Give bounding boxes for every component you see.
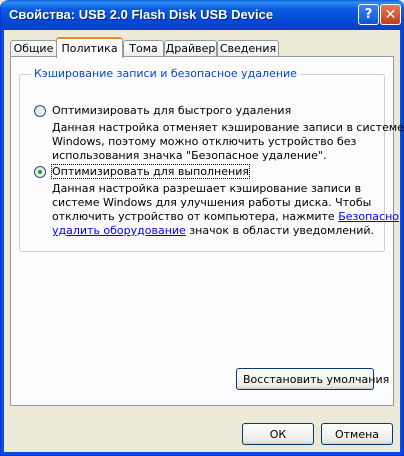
option-performance-description: Данная настройка разрешает кэширование з…: [52, 182, 399, 238]
radio-performance[interactable]: [34, 166, 46, 178]
option-performance-label[interactable]: Оптимизировать для выполнения: [51, 164, 250, 179]
option-quick-removal-description: Данная настройка отменяет кэширование за…: [52, 121, 404, 163]
title-bar[interactable]: Свойства: USB 2.0 Flash Disk USB Device …: [1, 0, 404, 30]
restore-defaults-button[interactable]: Восстановить умолчания: [236, 368, 389, 390]
tab-driver[interactable]: Драйвер: [164, 40, 217, 57]
desc-text: отключить устройство от компьютера, нажм…: [52, 210, 339, 223]
tab-general[interactable]: Общие: [10, 40, 57, 57]
desc-line: системе Windows для улучшения работы дис…: [52, 196, 372, 209]
help-icon: ?: [364, 7, 373, 22]
safely-remove-link[interactable]: Безопасно: [338, 210, 399, 223]
group-title: Кэширование записи и безопасное удаление: [31, 67, 300, 80]
window-border-left: [1, 30, 4, 455]
close-icon: ✕: [384, 6, 397, 23]
cancel-button[interactable]: Отмена: [321, 423, 393, 445]
tab-details[interactable]: Сведения: [217, 40, 279, 57]
close-button[interactable]: ✕: [380, 4, 401, 25]
desc-line: Данная настройка отменяет кэширование за…: [52, 121, 404, 134]
window-border-bottom: [1, 452, 403, 455]
option-quick-removal-label[interactable]: Оптимизировать для быстрого удаления: [52, 104, 291, 117]
desc-line: Windows, поэтому можно отключить устройс…: [52, 135, 357, 148]
safely-remove-link-continued[interactable]: удалить оборудование: [52, 224, 186, 237]
desc-line: Данная настройка разрешает кэширование з…: [52, 182, 362, 195]
desc-line: использования значка "Безопасное удалени…: [52, 149, 327, 162]
tab-policy[interactable]: Политика: [56, 37, 123, 58]
tab-volumes[interactable]: Тома: [123, 40, 164, 57]
window-border-right: [400, 30, 403, 455]
help-button[interactable]: ?: [358, 4, 379, 25]
ok-button[interactable]: ОК: [242, 423, 314, 445]
radio-quick-removal[interactable]: [34, 105, 46, 117]
window-title: Свойства: USB 2.0 Flash Disk USB Device: [9, 7, 274, 22]
desc-line: удалить оборудование значок в области ув…: [52, 224, 399, 238]
properties-window: Свойства: USB 2.0 Flash Disk USB Device …: [0, 0, 404, 456]
desc-text: значок в области уведомлений.: [185, 224, 375, 237]
desc-line: отключить устройство от компьютера, нажм…: [52, 210, 399, 224]
